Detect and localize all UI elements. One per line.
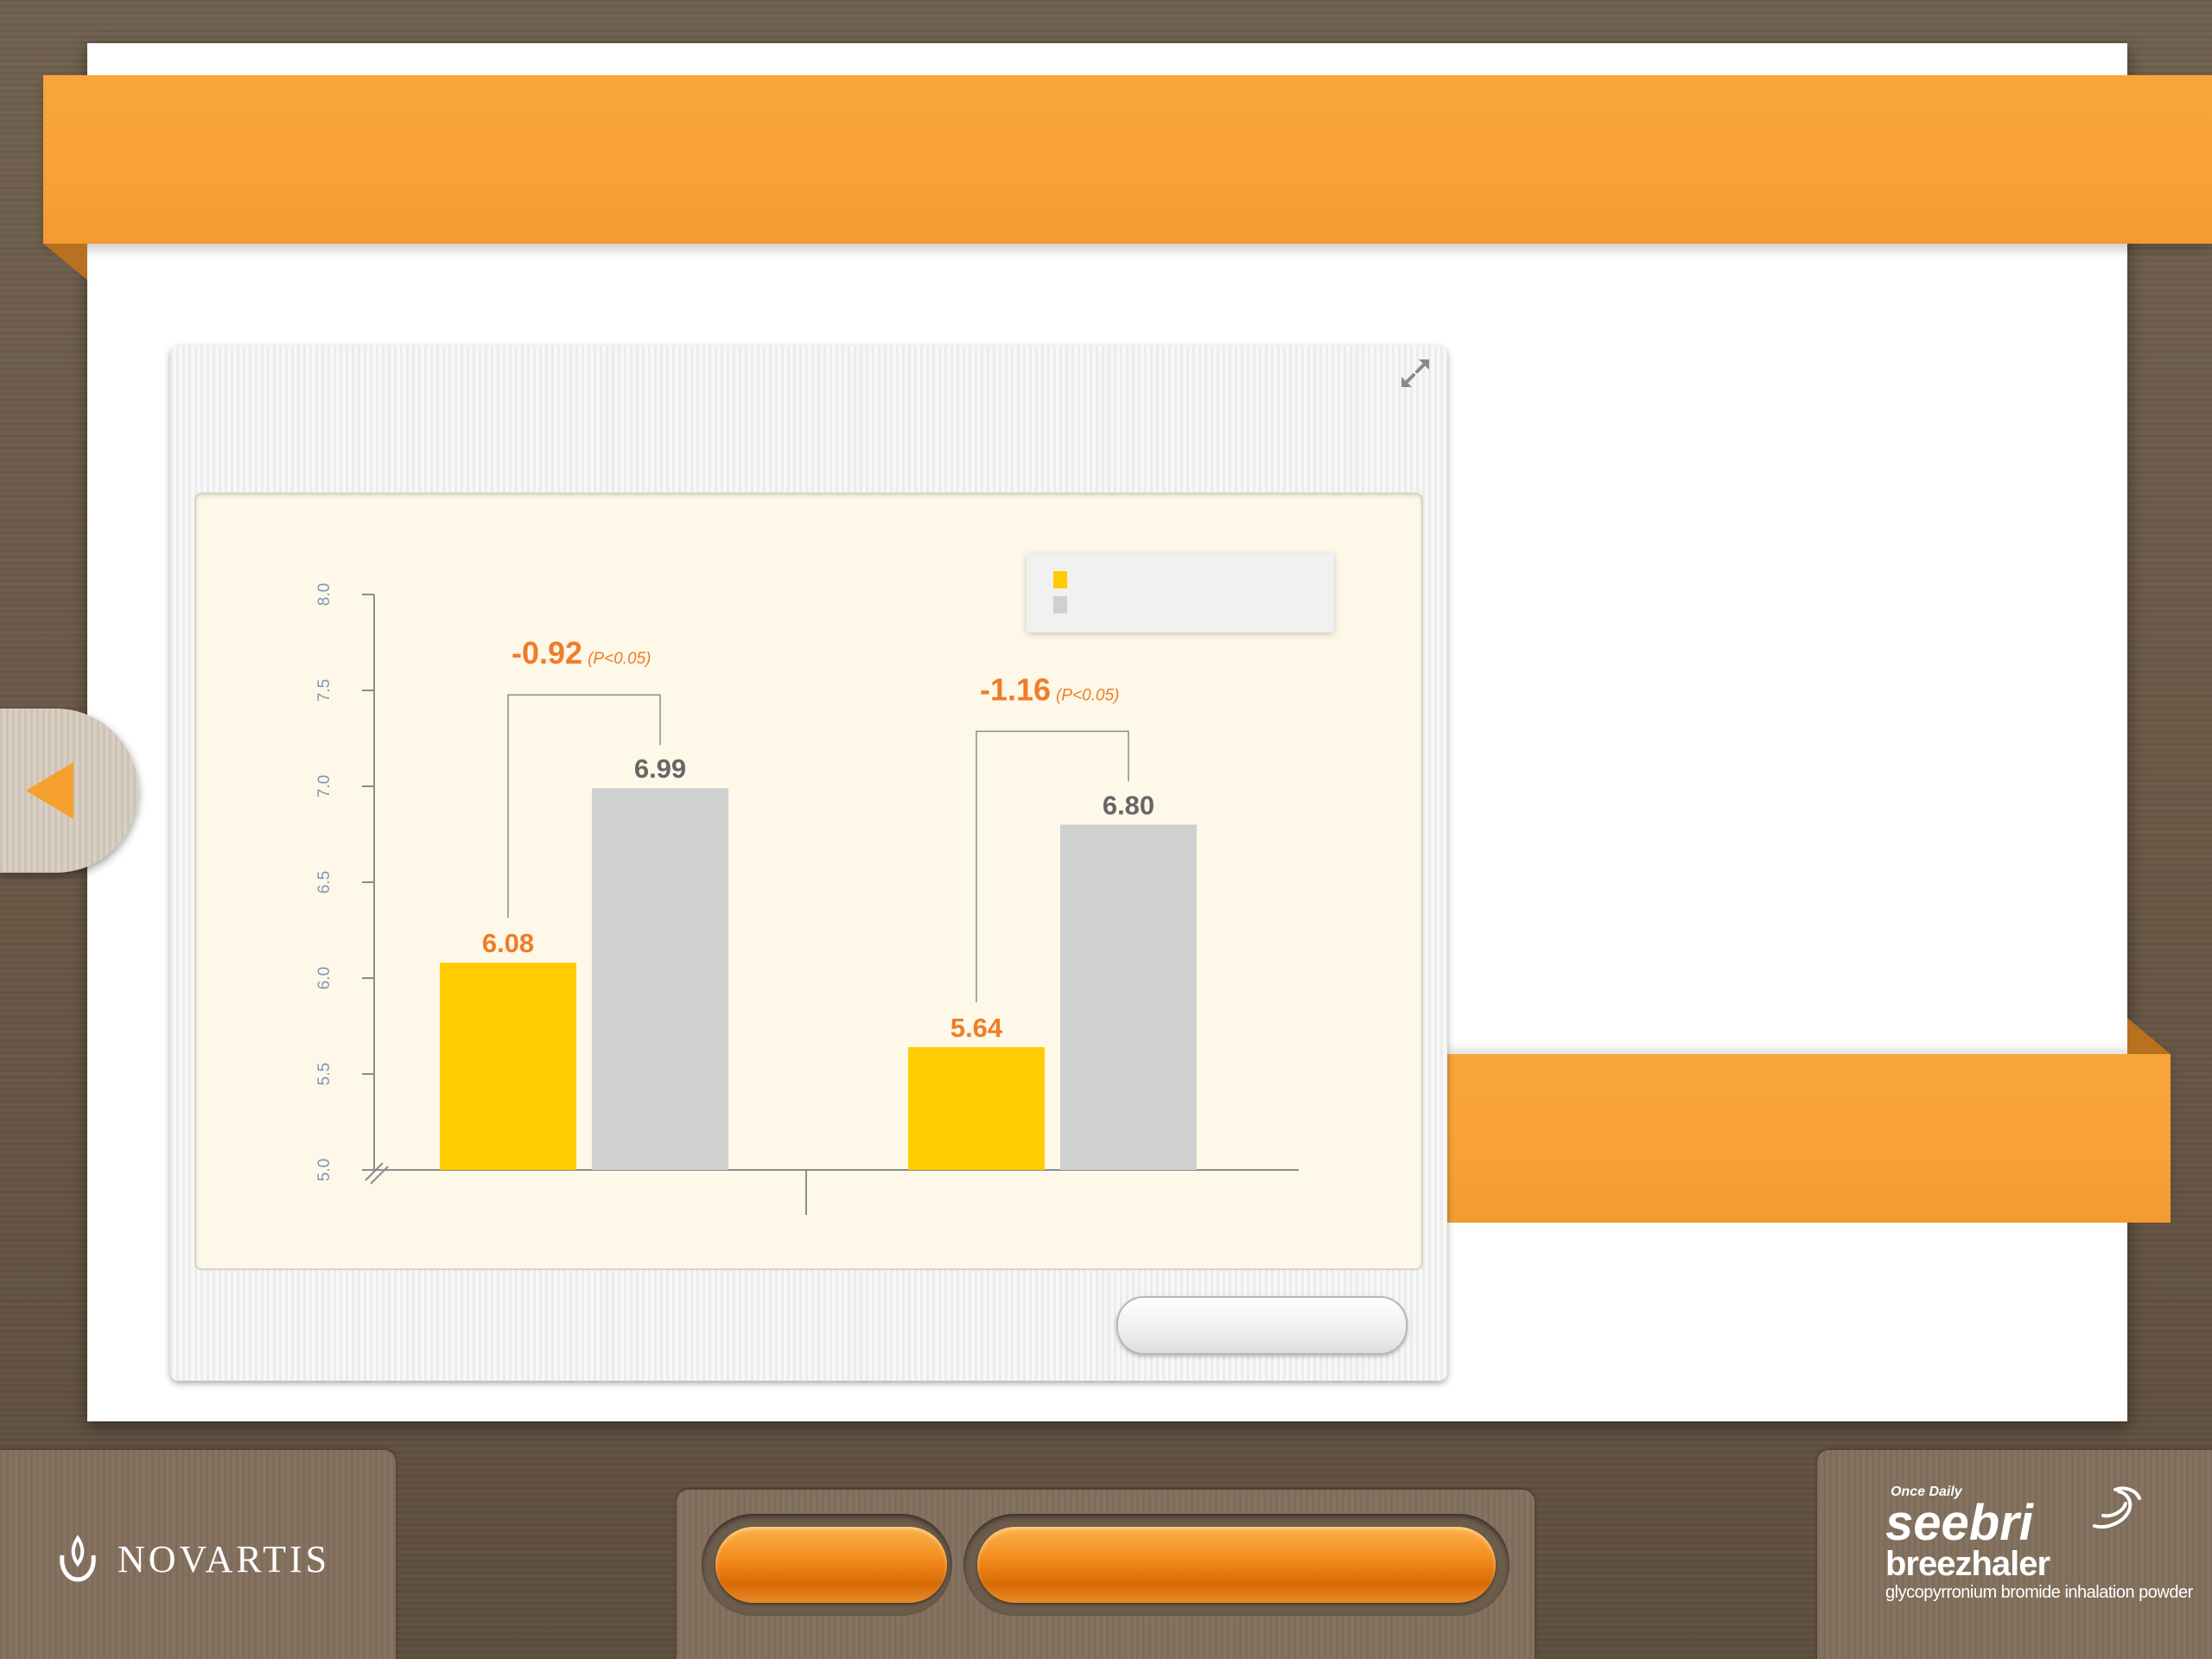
nav-button-1[interactable] xyxy=(715,1527,947,1603)
novartis-wordmark: NOVARTIS xyxy=(118,1537,331,1580)
back-arrow-icon[interactable] xyxy=(26,762,73,819)
seebri-breezhaler-logo: Once Daily seebri breezhaler glycopyrron… xyxy=(1885,1484,2193,1604)
comparison-annotation-1: -0.92 (P<0.05) xyxy=(512,635,651,671)
data-label-s1-c1: 6.08 xyxy=(482,928,534,958)
data-label-s1-c2: 5.64 xyxy=(950,1013,1003,1043)
callout-ribbon xyxy=(1447,1054,2171,1223)
difference-value-1: -0.92 xyxy=(512,635,582,671)
expand-icon[interactable] xyxy=(1398,356,1433,391)
y-tick-label-3: 6.5 xyxy=(315,871,334,893)
title-ribbon-fold xyxy=(43,244,87,280)
y-tick-label-1: 5.5 xyxy=(315,1063,334,1085)
p-value-2: (P<0.05) xyxy=(1056,686,1119,704)
legend xyxy=(1027,553,1334,632)
chart-detail-button[interactable] xyxy=(1116,1296,1408,1355)
generic-name-label: glycopyrronium bromide inhalation powder xyxy=(1885,1583,2193,1602)
bar-s2-c2 xyxy=(1060,824,1197,1170)
seebri-wordmark: seebri xyxy=(1885,1495,2033,1551)
bar-s1-c2 xyxy=(908,1046,1045,1170)
nav-button-2[interactable] xyxy=(977,1527,1496,1603)
legend-swatch-series-1 xyxy=(1053,571,1067,588)
breezhaler-wordmark: breezhaler xyxy=(1885,1545,2050,1583)
comparison-annotation-2: -1.16 (P<0.05) xyxy=(980,671,1119,707)
novartis-logo: NOVARTIS xyxy=(54,1533,330,1585)
data-label-s2-c2: 6.80 xyxy=(1103,790,1154,820)
y-tick-label-6: 8.0 xyxy=(315,583,334,606)
novartis-flame-icon xyxy=(60,1535,96,1582)
title-ribbon xyxy=(43,75,2212,244)
data-label-s2-c1: 6.99 xyxy=(634,753,686,784)
difference-value-2: -1.16 xyxy=(980,671,1051,707)
callout-ribbon-fold xyxy=(2127,1018,2171,1054)
y-tick-label-0: 5.0 xyxy=(315,1159,334,1181)
legend-swatch-series-2 xyxy=(1053,596,1067,613)
bar-s2-c1 xyxy=(592,788,728,1170)
p-value-1: (P<0.05) xyxy=(588,650,651,668)
bar-s1-c1 xyxy=(440,963,576,1170)
y-tick-label-2: 6.0 xyxy=(315,967,334,989)
y-tick-label-5: 7.5 xyxy=(315,679,334,702)
y-tick-label-4: 7.0 xyxy=(315,775,334,798)
